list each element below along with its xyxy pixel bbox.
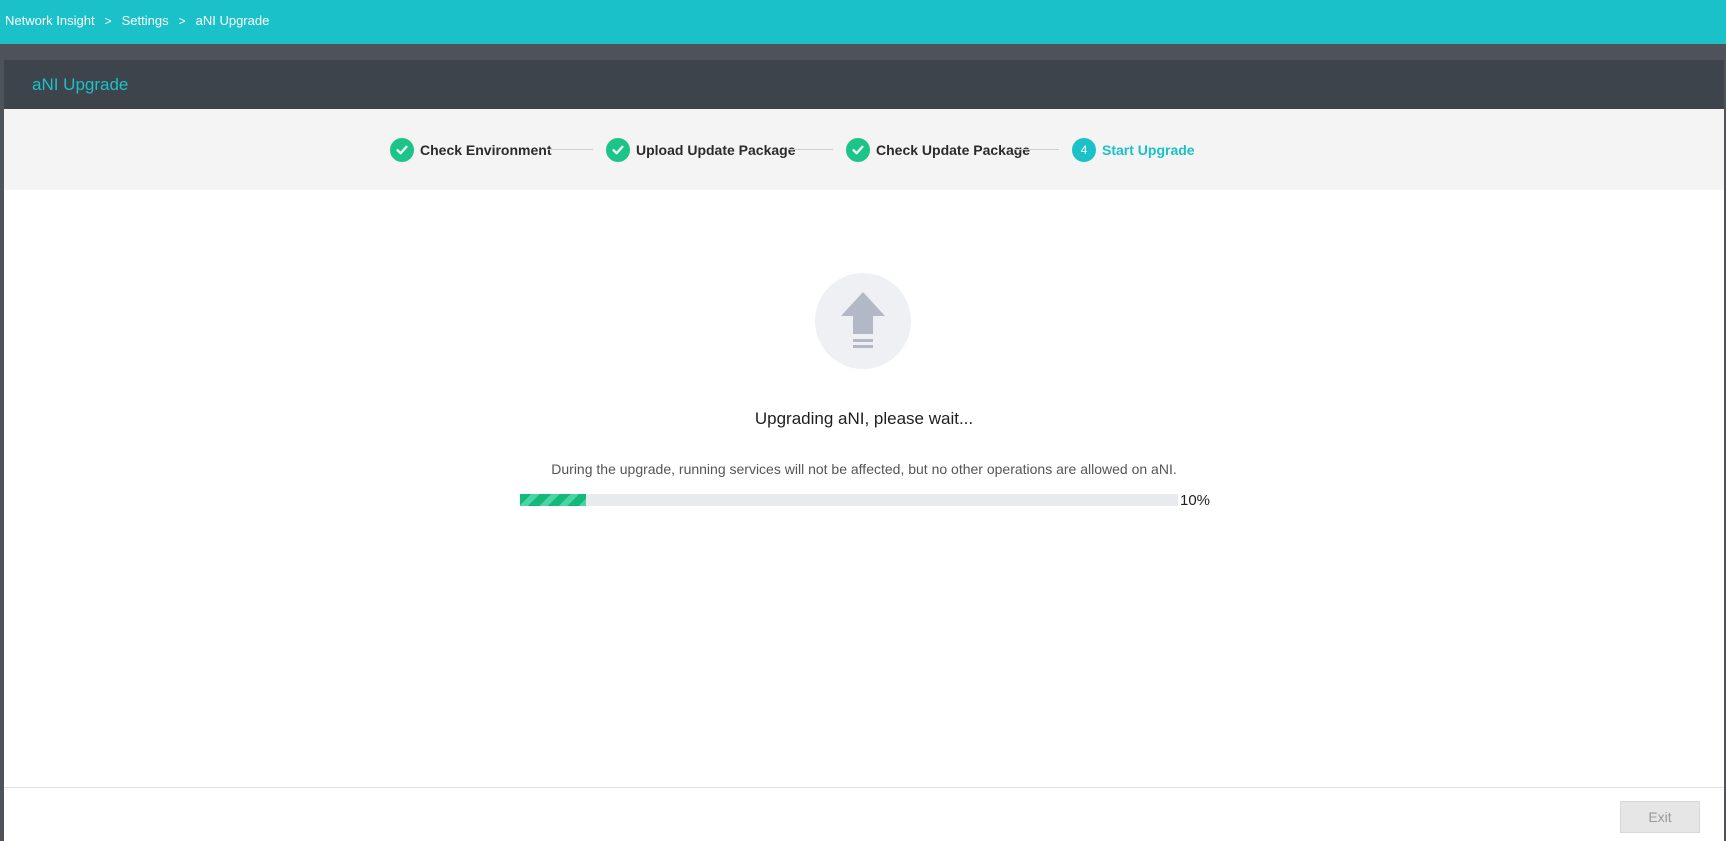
page-title: aNI Upgrade <box>32 75 129 94</box>
upgrade-status-title: Upgrading aNI, please wait... <box>754 409 974 428</box>
progress-bar-fill <box>520 494 586 506</box>
step-label: Check Update Package <box>876 142 1031 158</box>
breadcrumb-separator: > <box>178 13 186 28</box>
step-start-upgrade: 4 Start Upgrade <box>1072 138 1195 162</box>
progress-bar <box>520 494 1178 506</box>
check-icon <box>606 138 630 162</box>
upgrade-panel: aNI Upgrade Check Environment Upload Upd… <box>4 60 1724 841</box>
upload-arrow-icon <box>815 273 911 369</box>
breadcrumb-network-insight[interactable]: Network Insight <box>5 13 95 28</box>
upgrade-status-description: During the upgrade, running services wil… <box>551 461 1177 477</box>
step-upload-update-package: Upload Update Package <box>606 138 796 162</box>
step-number-badge: 4 <box>1072 138 1096 162</box>
step-check-environment: Check Environment <box>390 138 551 162</box>
step-connector <box>787 149 833 150</box>
check-icon <box>390 138 414 162</box>
progress-percent: 10% <box>1180 492 1211 509</box>
step-label: Check Environment <box>420 142 552 158</box>
steps-bar: Check Environment Upload Update Package … <box>4 109 1724 190</box>
footer-divider <box>4 787 1724 788</box>
step-label: Upload Update Package <box>636 142 796 158</box>
step-connector <box>547 149 593 150</box>
step-check-update-package: Check Update Package <box>846 138 1030 162</box>
step-label: Start Upgrade <box>1102 142 1195 158</box>
breadcrumb-separator: > <box>104 13 112 28</box>
breadcrumb: Network Insight > Settings > aNI Upgrade <box>5 13 269 28</box>
breadcrumb-settings[interactable]: Settings <box>122 13 169 28</box>
step-connector <box>1013 149 1059 150</box>
check-icon <box>846 138 870 162</box>
exit-button[interactable]: Exit <box>1620 801 1700 833</box>
panel-header: aNI Upgrade <box>4 60 1724 109</box>
page-background <box>0 44 1726 60</box>
top-bar: Network Insight > Settings > aNI Upgrade <box>0 0 1726 44</box>
breadcrumb-ani-upgrade: aNI Upgrade <box>195 13 270 28</box>
